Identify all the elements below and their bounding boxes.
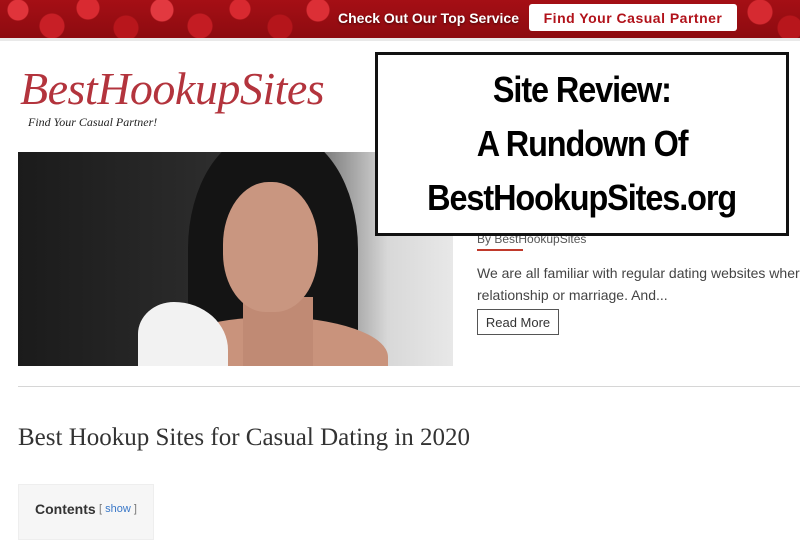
overlay-line-2: A Rundown Of bbox=[476, 123, 689, 164]
find-partner-button[interactable]: Find Your Casual Partner bbox=[529, 4, 737, 31]
top-banner: Check Out Our Top Service Find Your Casu… bbox=[0, 0, 800, 41]
site-tagline: Find Your Casual Partner! bbox=[28, 115, 158, 129]
toc-toggle: [ show ] bbox=[99, 503, 137, 515]
excerpt-line: relationship or marriage. And... bbox=[477, 287, 668, 303]
review-title-overlay: Site Review: A Rundown Of BestHookupSite… bbox=[375, 52, 789, 236]
accent-underline bbox=[477, 249, 523, 251]
toc-bracket-close: ] bbox=[133, 503, 137, 515]
read-more-button[interactable]: Read More bbox=[477, 309, 559, 335]
site-logo[interactable]: BestHookupSites bbox=[20, 62, 325, 115]
hero-face-shape bbox=[223, 182, 318, 312]
article-heading: Best Hookup Sites for Casual Dating in 2… bbox=[18, 424, 471, 451]
overlay-line-3: BestHookupSites.org bbox=[427, 177, 738, 218]
toc-show-link[interactable]: show bbox=[105, 503, 131, 515]
section-divider bbox=[18, 386, 800, 387]
toc-title: Contents bbox=[35, 501, 96, 517]
post-excerpt: We are all familiar with regular dating … bbox=[477, 262, 800, 306]
overlay-line-1: Site Review: bbox=[493, 69, 672, 110]
toc-bracket-open: [ bbox=[99, 503, 103, 515]
excerpt-line: We are all familiar with regular dating … bbox=[477, 265, 800, 281]
promo-text: Check Out Our Top Service bbox=[338, 10, 520, 26]
table-of-contents: Contents [ show ] bbox=[18, 484, 154, 540]
